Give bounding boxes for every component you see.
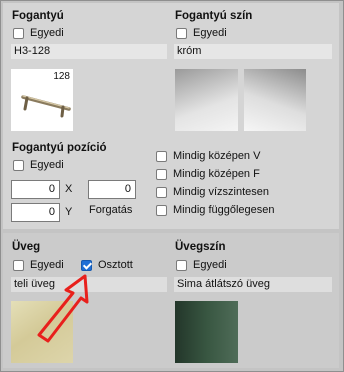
option-always-vertical-label: Mindig függőlegesen: [173, 204, 275, 216]
glass-swatch[interactable]: [11, 301, 73, 363]
chrome-swatch-2[interactable]: [244, 69, 306, 131]
handle-custom-checkbox[interactable]: [13, 28, 24, 39]
glass-color-custom-checkbox[interactable]: [176, 260, 187, 271]
handle-field[interactable]: H3-128: [11, 44, 167, 59]
glass-color-field[interactable]: Sima átlátszó üveg: [174, 277, 332, 292]
rotation-input[interactable]: 0: [88, 180, 136, 199]
option-always-horizontal-label: Mindig vízszintesen: [173, 186, 269, 198]
option-always-center-f-checkbox[interactable]: [156, 169, 167, 180]
glass-custom-label: Egyedi: [30, 259, 64, 271]
position-y-label: Y: [65, 206, 73, 218]
position-x-input[interactable]: 0: [11, 180, 60, 199]
option-always-center-f-label: Mindig középen F: [173, 168, 260, 180]
handle-color-custom-checkbox[interactable]: [176, 28, 187, 39]
glass-color-swatch[interactable]: [175, 301, 238, 363]
handle-color-field[interactable]: króm: [174, 44, 332, 59]
glass-split-checkbox[interactable]: [81, 260, 92, 271]
rotation-label: Forgatás: [89, 204, 133, 216]
handle-color-title: Fogantyú szín: [175, 10, 253, 22]
glass-field[interactable]: teli üveg: [11, 277, 167, 292]
handle-position-custom-checkbox[interactable]: [13, 160, 24, 171]
glass-panel: Üveg Egyedi Osztott teli üveg Üvegszín E…: [3, 233, 339, 368]
handle-color-custom-label: Egyedi: [193, 27, 227, 39]
glass-color-custom-label: Egyedi: [193, 259, 227, 271]
option-always-center-v-checkbox[interactable]: [156, 151, 167, 162]
glass-title: Üveg: [12, 241, 41, 253]
glass-custom-checkbox[interactable]: [13, 260, 24, 271]
option-always-center-v-label: Mindig középen V: [173, 150, 261, 162]
handle-panel: Fogantyú Egyedi H3-128 128 Fogantyú szín…: [3, 3, 339, 229]
glass-split-label: Osztott: [98, 259, 133, 271]
handle-position-title: Fogantyú pozíció: [12, 142, 107, 154]
option-always-horizontal-checkbox[interactable]: [156, 187, 167, 198]
handle-bar-icon: [21, 95, 71, 118]
handle-custom-label: Egyedi: [30, 27, 64, 39]
handle-position-custom-label: Egyedi: [30, 159, 64, 171]
option-always-vertical-checkbox[interactable]: [156, 205, 167, 216]
handle-title: Fogantyú: [12, 10, 64, 22]
position-x-label: X: [65, 183, 73, 195]
position-y-input[interactable]: 0: [11, 203, 60, 222]
glass-color-title: Üvegszín: [175, 241, 226, 253]
chrome-swatch-1[interactable]: [175, 69, 238, 131]
handle-thumbnail[interactable]: 128: [11, 69, 73, 131]
